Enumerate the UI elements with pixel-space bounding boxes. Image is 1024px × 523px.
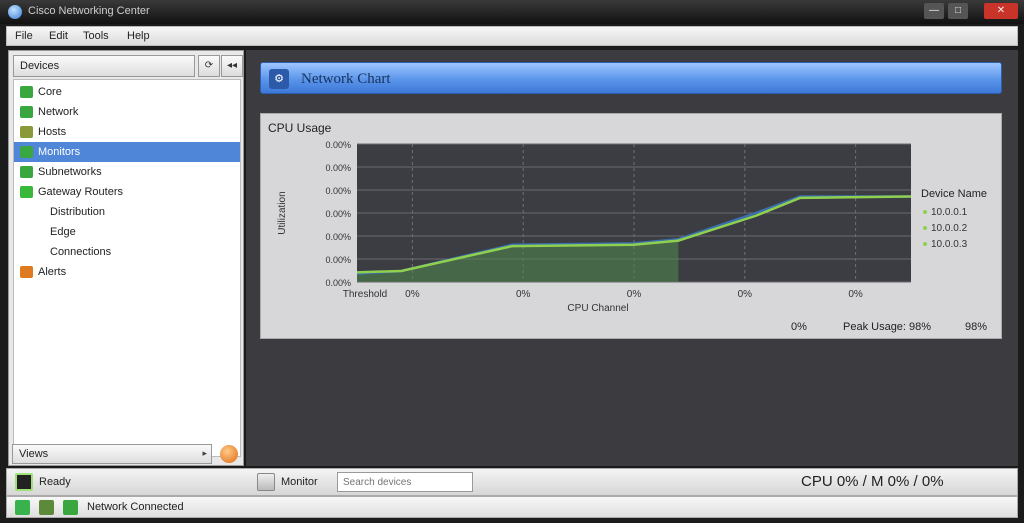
chart-panel: 0.00% 0.00% 0.00% 0.00% 0.00% 0.00% 0.00% Thres… xyxy=(260,113,1002,339)
sidebar-item-label: Distribution xyxy=(50,206,106,218)
maximize-button[interactable]: □ xyxy=(948,3,968,19)
sidebar-item-label: Monitors xyxy=(38,146,81,158)
monitor-icon xyxy=(20,146,33,158)
alert-button[interactable] xyxy=(220,445,238,463)
subnet-icon xyxy=(20,166,33,178)
sidebar-item-label: Network xyxy=(38,106,79,118)
view-selector[interactable]: Views ▸ xyxy=(12,444,212,464)
sidebar-item[interactable]: Core xyxy=(14,82,240,102)
x-axis-label: CPU Channel xyxy=(567,303,628,314)
app-icon xyxy=(8,5,22,19)
menu-tools[interactable]: Tools xyxy=(83,30,109,42)
sidebar-item[interactable]: Hosts xyxy=(14,122,240,142)
footer-max-value: 98% xyxy=(965,321,988,333)
x-tick-label: 0% xyxy=(405,289,420,300)
sidebar-item[interactable]: Subnetworks xyxy=(14,162,240,182)
monitor-icon[interactable] xyxy=(257,473,275,491)
device-tree[interactable]: Core Network Hosts Monitors Subnetworks Gatew… xyxy=(13,79,241,457)
sidebar-item-label: Connections xyxy=(50,246,112,258)
menu-bar: File Edit Tools Help xyxy=(6,26,1018,46)
menu-file[interactable]: File xyxy=(15,30,33,42)
footer-min-value: 0% xyxy=(791,321,807,333)
sidebar-item[interactable]: Network xyxy=(14,102,240,122)
search-input[interactable] xyxy=(337,472,473,492)
sidebar-item[interactable]: Connections xyxy=(14,242,240,262)
y-tick-label: 0.00% xyxy=(325,232,351,242)
legend-marker xyxy=(923,242,927,246)
status-bar: Ready Monitor CPU 0% / M 0% / 0% xyxy=(6,468,1018,496)
sidebar-item-label: Core xyxy=(38,86,62,98)
connection-status: Network Connected xyxy=(87,501,184,513)
view-selector-label: Views xyxy=(19,448,49,460)
network-status-icon[interactable] xyxy=(15,500,30,515)
sidebar-item-label: Gateway Routers xyxy=(38,186,123,198)
cpu-usage-chart: 0.00%0.00%0.00%0.00%0.00%0.00%0.00%Thres… xyxy=(277,140,987,314)
y-tick-label: 0.00% xyxy=(325,186,351,196)
menu-edit[interactable]: Edit xyxy=(49,30,68,42)
gateway-icon xyxy=(20,186,33,198)
chevron-down-icon: ▸ xyxy=(202,448,207,458)
x-tick-label: 0% xyxy=(848,289,863,300)
title-bar: Cisco Networking Center — □ ✕ xyxy=(0,0,1024,24)
banner-title: Network Chart xyxy=(301,71,391,87)
legend-entry: 10.0.0.3 xyxy=(931,239,968,250)
router-icon[interactable] xyxy=(39,500,54,515)
chart-panel-title: CPU Usage xyxy=(268,121,332,135)
hosts-icon xyxy=(20,126,33,138)
status-text: Ready xyxy=(39,476,71,488)
chart-banner: ⚙ Network Chart xyxy=(260,62,1002,94)
monitor-label: Monitor xyxy=(281,476,318,488)
y-axis-label: Utilization xyxy=(277,191,288,234)
x-tick-label: 0% xyxy=(516,289,531,300)
network-icon xyxy=(20,106,33,118)
refresh-button[interactable]: ⟳ xyxy=(198,55,220,77)
warning-icon xyxy=(20,266,33,278)
legend-entry: 10.0.0.1 xyxy=(931,207,968,218)
legend-entry: 10.0.0.2 xyxy=(931,223,968,234)
sidebar-item-label: Alerts xyxy=(38,266,67,278)
sidebar-item[interactable]: Monitors xyxy=(14,142,240,162)
sidebar-item[interactable]: Gateway Routers xyxy=(14,182,240,202)
sidebar-item[interactable]: Alerts xyxy=(14,262,240,282)
x-tick-label: Threshold xyxy=(343,289,387,300)
usage-readout: CPU 0% / M 0% / 0% xyxy=(801,473,944,490)
switch-icon[interactable] xyxy=(63,500,78,515)
sidebar-item[interactable]: Edge xyxy=(14,222,240,242)
sidebar-item-label: Hosts xyxy=(38,126,67,138)
navigation-panel: Devices ⟳ ◂◂ Core Network Hosts Monitors Sub… xyxy=(8,50,244,466)
y-tick-label: 0.00% xyxy=(325,163,351,173)
sidebar-item-label: Edge xyxy=(50,226,76,238)
legend-marker xyxy=(923,226,927,230)
x-tick-label: 0% xyxy=(627,289,642,300)
task-bar: Network Connected xyxy=(6,496,1018,518)
sidebar-item[interactable]: Distribution xyxy=(14,202,240,222)
collapse-button[interactable]: ◂◂ xyxy=(221,55,243,77)
device-selector[interactable]: Devices xyxy=(13,55,195,77)
router-icon xyxy=(20,86,33,98)
menu-help[interactable]: Help xyxy=(127,30,150,42)
y-tick-label: 0.00% xyxy=(325,255,351,265)
legend-title: Device Name xyxy=(921,188,987,200)
status-icon xyxy=(15,473,33,491)
y-tick-label: 0.00% xyxy=(325,140,351,150)
legend-marker xyxy=(923,210,927,214)
minimize-button[interactable]: — xyxy=(924,3,944,19)
y-tick-label: 0.00% xyxy=(325,209,351,219)
x-tick-label: 0% xyxy=(738,289,753,300)
sidebar-item-label: Subnetworks xyxy=(38,166,102,178)
network-chart-icon: ⚙ xyxy=(269,69,289,89)
y-tick-label: 0.00% xyxy=(325,278,351,288)
close-button[interactable]: ✕ xyxy=(984,3,1018,19)
footer-peak-label: Peak Usage: 98% xyxy=(843,321,932,333)
window-title: Cisco Networking Center xyxy=(28,5,150,17)
